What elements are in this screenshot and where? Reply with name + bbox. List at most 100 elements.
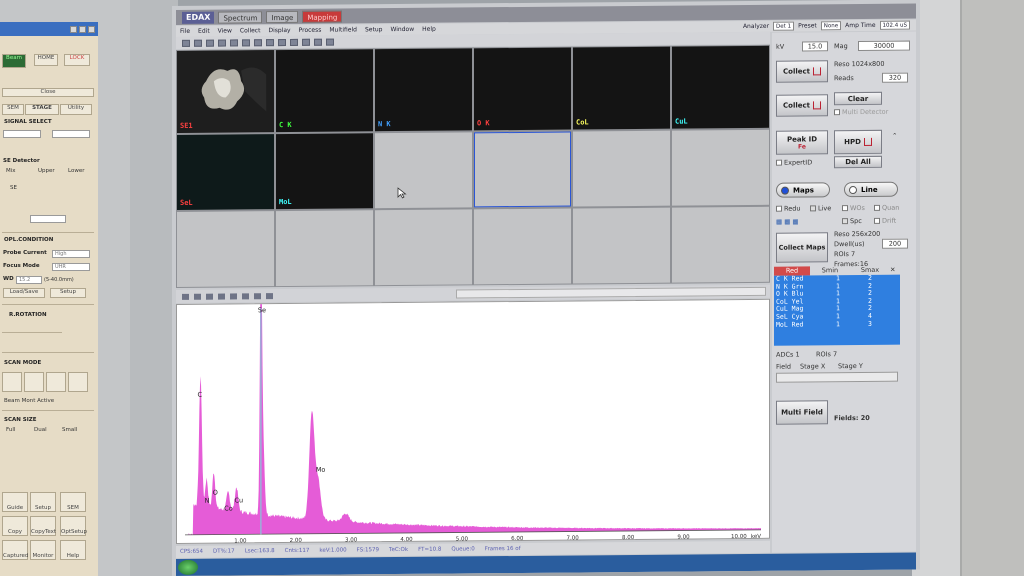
menu-collect[interactable]: Collect xyxy=(240,27,261,34)
close-panel-button[interactable]: Close xyxy=(2,88,94,97)
grid-icon[interactable] xyxy=(290,38,298,46)
clear-button[interactable]: Clear xyxy=(834,91,882,106)
se-radio[interactable]: SE xyxy=(10,185,17,191)
menu-window[interactable]: Window xyxy=(390,26,414,33)
menu-process[interactable]: Process xyxy=(299,27,322,34)
tab-utility[interactable]: Utility xyxy=(60,104,92,115)
print-icon[interactable] xyxy=(206,39,214,47)
signal-select-a[interactable] xyxy=(3,130,41,138)
setup2-button[interactable]: Setup xyxy=(30,492,56,512)
map-cell-o[interactable]: O K xyxy=(474,47,571,130)
collapse-icon[interactable] xyxy=(218,293,225,300)
peak-icon[interactable] xyxy=(254,292,261,299)
beam-monitor-checkbox[interactable]: Beam Mont Active xyxy=(4,398,54,404)
save-icon[interactable] xyxy=(194,39,202,47)
signal-select-b[interactable] xyxy=(52,130,90,138)
map-cell-se[interactable]: SeL xyxy=(177,133,274,210)
guide-button[interactable]: Guide xyxy=(2,492,28,512)
captured-button[interactable]: Captured xyxy=(2,540,28,560)
maps-radio[interactable]: Maps xyxy=(776,182,830,198)
line-radio[interactable]: Line xyxy=(844,181,898,198)
map-cell-co[interactable]: CoL xyxy=(573,46,670,130)
tab-image[interactable]: Image xyxy=(266,10,299,23)
scan-mode-button-4[interactable] xyxy=(68,372,88,392)
multi-detector-checkbox[interactable]: Multi Detector xyxy=(834,108,888,116)
menu-display[interactable]: Display xyxy=(268,27,290,34)
map-cell-n[interactable]: N K xyxy=(375,48,472,131)
menu-file[interactable]: File xyxy=(180,28,190,35)
start-button[interactable] xyxy=(178,559,198,575)
reads-field[interactable]: 320 xyxy=(882,72,908,83)
live-checkbox[interactable]: Live xyxy=(810,204,831,212)
lock-button[interactable]: LOCK xyxy=(64,54,90,66)
empty-map-cell[interactable] xyxy=(276,210,373,287)
tab-sem[interactable]: SEM xyxy=(2,104,24,115)
roi-row[interactable]: MoL Red 1 3 xyxy=(774,319,900,329)
menu-edit[interactable]: Edit xyxy=(198,28,210,35)
menu-view[interactable]: View xyxy=(218,27,232,34)
zoom-icon[interactable] xyxy=(266,292,273,299)
mag-field[interactable]: 30000 xyxy=(858,40,910,52)
cursor-icon[interactable] xyxy=(182,293,189,300)
beam-status-button[interactable]: Beam xyxy=(2,54,26,68)
sem-button[interactable]: SEM xyxy=(60,492,86,512)
empty-map-cell[interactable] xyxy=(474,208,571,285)
focus-mode-select[interactable]: UHR xyxy=(52,263,90,271)
wd-input[interactable]: 15.2 xyxy=(16,276,42,284)
field-list[interactable] xyxy=(776,371,898,383)
redu-checkbox[interactable]: Redu xyxy=(776,205,800,213)
se-mix-radio[interactable]: Mix xyxy=(6,168,16,174)
empty-map-cell[interactable] xyxy=(375,131,472,209)
spc-checkbox[interactable]: Spc xyxy=(842,217,862,225)
analyzer-select[interactable]: Det 1 xyxy=(773,21,795,31)
map-options-icons[interactable]: ▦ ▦ ▦ xyxy=(776,218,799,226)
empty-map-cell[interactable] xyxy=(375,209,472,286)
layout-3-icon[interactable] xyxy=(266,38,274,46)
menu-multifield[interactable]: Multifield xyxy=(329,26,357,33)
expert-id-checkbox[interactable]: ExpertID xyxy=(776,158,812,167)
copy-text-button[interactable]: CopyText xyxy=(30,516,56,536)
wos-checkbox[interactable]: WOs xyxy=(842,204,865,212)
down-icon[interactable] xyxy=(242,292,249,299)
col-smin[interactable]: Smin xyxy=(810,266,850,275)
probe-current-select[interactable]: High xyxy=(52,250,90,258)
hpd-button[interactable]: HPD xyxy=(834,129,882,155)
close-icon[interactable] xyxy=(88,25,95,33)
layout-4-icon[interactable] xyxy=(278,38,286,46)
text-icon[interactable] xyxy=(230,38,238,46)
help-button[interactable]: Help xyxy=(60,540,86,560)
maximize-icon[interactable] xyxy=(79,25,86,33)
map-cell-cu[interactable]: CuL xyxy=(672,45,769,129)
up-icon[interactable] xyxy=(230,292,237,299)
collect-image-button[interactable]: Collect xyxy=(776,60,828,83)
empty-map-cell[interactable] xyxy=(177,210,274,287)
tab-spectrum[interactable]: Spectrum xyxy=(218,10,263,24)
selected-empty-cell[interactable] xyxy=(474,131,571,208)
amp-time-select[interactable]: 102.4 uS xyxy=(879,20,910,30)
collect-maps-button[interactable]: Collect Maps xyxy=(776,232,828,263)
zoom-icon[interactable] xyxy=(302,38,310,46)
rotation-slider[interactable] xyxy=(2,332,62,333)
delete-all-button[interactable]: Del All xyxy=(834,155,882,169)
scan-mode-button-1[interactable] xyxy=(2,372,22,392)
load-save-button[interactable]: Load/Save xyxy=(3,288,45,298)
empty-map-cell[interactable] xyxy=(573,130,670,207)
copy-button[interactable]: Copy xyxy=(2,516,28,536)
scan-size-small[interactable]: Small xyxy=(62,427,77,433)
empty-map-cell[interactable] xyxy=(672,129,769,206)
map-cell-se1[interactable]: SE1 xyxy=(177,50,274,133)
menu-setup[interactable]: Setup xyxy=(365,26,382,33)
se-lower-radio[interactable]: Lower xyxy=(68,168,84,174)
opt-setup-button[interactable]: OptSetup xyxy=(60,516,87,536)
se-value-select[interactable] xyxy=(30,215,66,223)
copy-icon[interactable] xyxy=(218,39,226,47)
scan-mode-button-3[interactable] xyxy=(46,372,66,392)
empty-map-cell[interactable] xyxy=(573,207,670,284)
collect-spectrum-button[interactable]: Collect xyxy=(776,94,828,117)
open-icon[interactable] xyxy=(182,39,190,47)
map-cell-c[interactable]: C K xyxy=(276,49,373,132)
menu-help[interactable]: Help xyxy=(422,26,436,33)
dwell-field[interactable]: 200 xyxy=(882,238,908,249)
setup-button[interactable]: Setup xyxy=(50,288,86,298)
monitor-button[interactable]: Monitor xyxy=(30,540,56,560)
